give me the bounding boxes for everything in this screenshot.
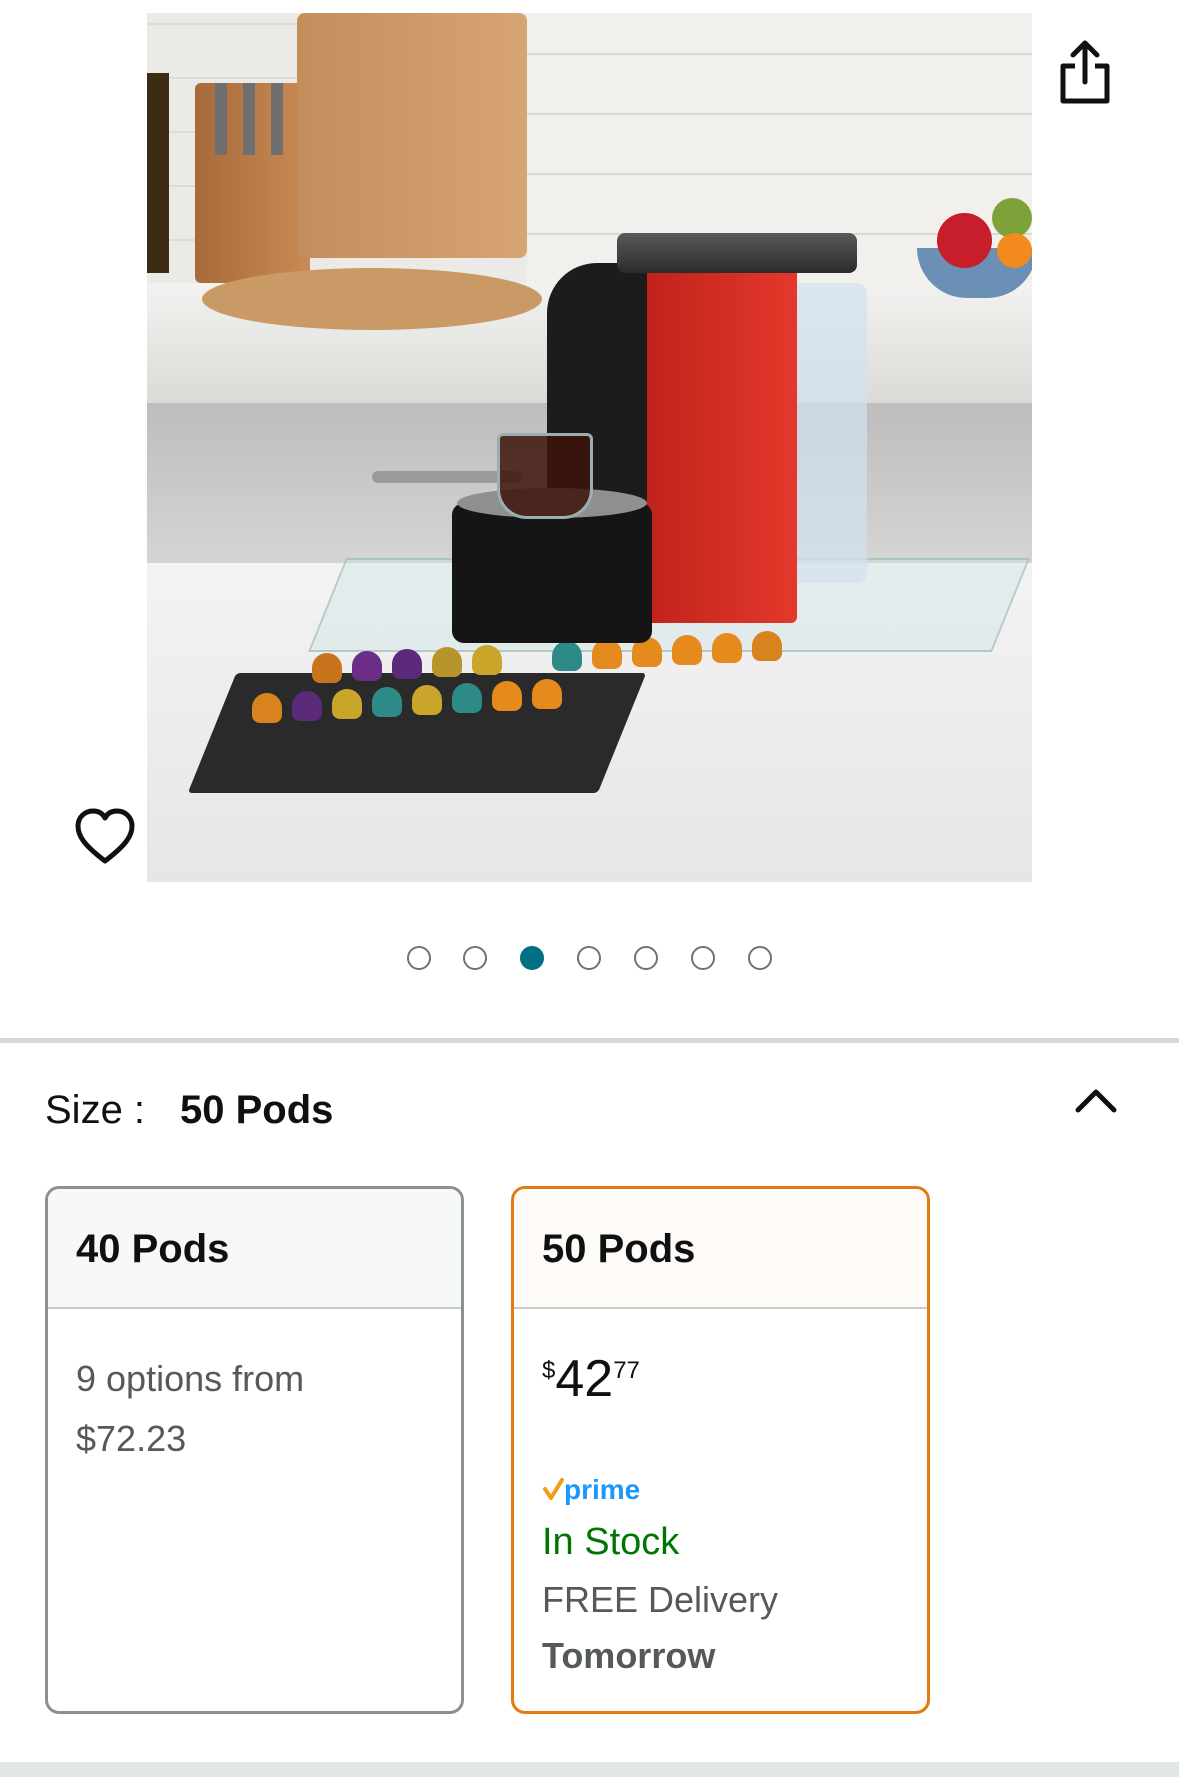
size-option-header: 50 Pods bbox=[514, 1189, 927, 1309]
image-detail bbox=[332, 689, 362, 719]
image-detail bbox=[372, 687, 402, 717]
image-detail bbox=[297, 13, 527, 258]
carousel-dot-active[interactable] bbox=[520, 946, 544, 970]
image-detail bbox=[997, 233, 1032, 268]
image-detail bbox=[243, 83, 255, 155]
image-detail bbox=[992, 198, 1032, 238]
size-option-title: 50 Pods bbox=[542, 1227, 696, 1271]
product-image[interactable] bbox=[147, 13, 1032, 882]
price-whole: 42 bbox=[555, 1350, 614, 1408]
section-divider bbox=[0, 1762, 1179, 1777]
image-detail bbox=[271, 83, 283, 155]
price: $4277 bbox=[542, 1349, 640, 1409]
carousel-dot[interactable] bbox=[748, 946, 772, 970]
image-detail bbox=[195, 83, 310, 283]
image-detail bbox=[472, 645, 502, 675]
price-fraction: 77 bbox=[613, 1357, 640, 1384]
image-detail bbox=[752, 631, 782, 661]
image-detail bbox=[532, 679, 562, 709]
image-detail bbox=[252, 693, 282, 723]
share-icon-graphic bbox=[1060, 40, 1110, 104]
image-detail bbox=[787, 283, 867, 583]
image-detail bbox=[647, 243, 797, 623]
prime-text: prime bbox=[564, 1474, 640, 1505]
carousel-dot[interactable] bbox=[407, 946, 431, 970]
carousel-dot[interactable] bbox=[634, 946, 658, 970]
delivery-text: FREE Delivery bbox=[542, 1579, 779, 1620]
image-detail bbox=[672, 635, 702, 665]
size-option-40-pods[interactable]: 40 Pods 9 options from $72.23 bbox=[45, 1186, 464, 1714]
image-detail bbox=[147, 73, 169, 273]
delivery-day: Tomorrow bbox=[542, 1635, 716, 1676]
image-detail bbox=[312, 653, 342, 683]
image-detail bbox=[592, 639, 622, 669]
image-detail bbox=[412, 685, 442, 715]
image-detail bbox=[215, 83, 227, 155]
image-detail bbox=[392, 649, 422, 679]
heart-icon bbox=[75, 808, 135, 864]
size-option-availability: 9 options from $72.23 bbox=[76, 1349, 436, 1469]
share-icon[interactable] bbox=[1055, 38, 1115, 108]
size-option-50-pods[interactable]: 50 Pods $4277 prime In Stock FREE Delive… bbox=[511, 1186, 930, 1714]
image-carousel-indicator bbox=[0, 946, 1179, 974]
carousel-dot[interactable] bbox=[463, 946, 487, 970]
wishlist-button[interactable] bbox=[64, 795, 146, 877]
options-count-text: 9 options from bbox=[76, 1358, 305, 1399]
size-label: Size : bbox=[45, 1088, 146, 1132]
image-detail bbox=[452, 503, 652, 643]
prime-logo: prime bbox=[543, 1474, 640, 1505]
image-detail bbox=[497, 433, 593, 519]
chevron-up-icon-graphic bbox=[1075, 1089, 1117, 1113]
size-option-header: 40 Pods bbox=[48, 1189, 461, 1309]
size-selected-value: 50 Pods bbox=[180, 1088, 334, 1132]
carousel-dot[interactable] bbox=[577, 946, 601, 970]
carousel-dot[interactable] bbox=[691, 946, 715, 970]
options-from-price: $72.23 bbox=[76, 1418, 187, 1459]
stock-status: In Stock bbox=[542, 1521, 680, 1563]
image-detail bbox=[352, 651, 382, 681]
image-detail bbox=[432, 647, 462, 677]
price-currency: $ bbox=[542, 1357, 556, 1384]
image-detail bbox=[552, 641, 582, 671]
size-option-title: 40 Pods bbox=[76, 1227, 230, 1271]
image-detail bbox=[617, 233, 857, 273]
image-detail bbox=[292, 691, 322, 721]
chevron-up-icon[interactable] bbox=[1070, 1080, 1122, 1120]
image-detail bbox=[202, 268, 542, 330]
image-detail bbox=[712, 633, 742, 663]
section-divider bbox=[0, 1038, 1179, 1043]
image-detail bbox=[452, 683, 482, 713]
image-detail bbox=[937, 213, 992, 268]
image-detail bbox=[492, 681, 522, 711]
